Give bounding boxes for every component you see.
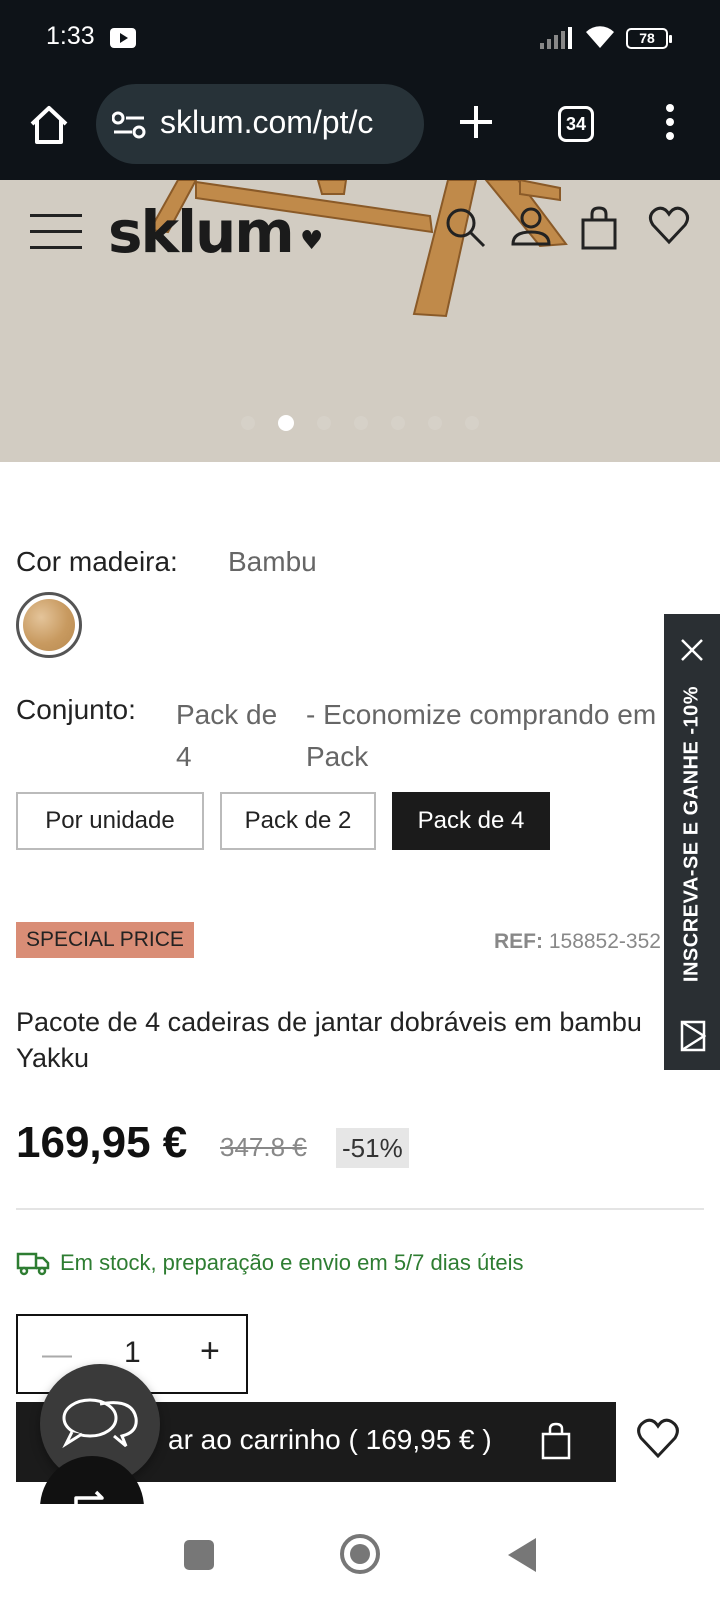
color-value: Bambu [228,546,317,577]
discount-badge: -51% [336,1128,409,1168]
tab-switcher-button[interactable]: 34 [558,106,594,142]
browser-toolbar: sklum.com/pt/c 34 [0,80,720,180]
wifi-icon [586,26,614,48]
youtube-notification-icon [110,28,136,48]
newsletter-label: INSCREVA-SE E GANHE -10% [680,685,703,983]
carousel-dots [0,412,720,431]
carousel-dot[interactable] [391,415,406,430]
add-to-wishlist-icon[interactable] [636,1418,680,1460]
bamboo-swatch [23,599,75,651]
status-bar: 1:33 78 [0,0,720,80]
carousel-dot[interactable] [465,415,480,430]
home-icon[interactable] [26,102,72,148]
account-icon[interactable] [510,206,552,248]
mail-icon [680,1020,706,1052]
new-tab-icon[interactable] [456,102,496,142]
address-bar[interactable]: sklum.com/pt/c [96,84,424,164]
set-value: Pack de 4 [176,699,278,772]
logo-heart-icon: ♥ [300,226,324,256]
site-settings-icon[interactable] [112,111,146,139]
carousel-dot-active[interactable] [277,414,294,431]
product-image-carousel[interactable]: sklum ♥ [0,180,720,462]
set-note: - Economize comprando em Pack [306,699,657,772]
add-to-cart-label: ar ao carrinho ( 169,95 € ) [168,1424,492,1455]
quantity-decrease-button[interactable]: — [42,1338,72,1372]
color-label: Cor madeira: [16,546,178,577]
url-text: sklum.com/pt/c [160,104,374,140]
home-circle-icon[interactable] [340,1534,380,1574]
ref-value: 158852-352 [548,930,661,953]
carousel-dot[interactable] [428,415,443,430]
system-navigation-bar [0,1504,720,1600]
carousel-dot[interactable] [316,415,331,430]
color-swatch-bambu[interactable] [16,592,82,658]
battery-indicator: 78 [626,28,672,49]
product-reference: REF: 158852-352 [494,930,661,954]
search-icon[interactable] [444,206,488,250]
status-time: 1:33 [46,22,95,50]
stock-status: Em stock, preparação e envio em 5/7 dias… [60,1250,524,1275]
set-label: Conjunto: [16,694,136,725]
chat-bubbles-icon [62,1398,138,1449]
current-price: 169,95 € [16,1118,188,1167]
divider [16,1208,704,1210]
ref-label: REF: [494,930,543,953]
shopping-bag-icon [541,1422,571,1460]
special-price-badge: SPECIAL PRICE [16,922,194,958]
back-icon[interactable] [508,1538,536,1572]
more-menu-icon[interactable] [662,104,678,144]
carousel-dot[interactable] [354,415,368,430]
signal-icon [540,27,572,49]
option-pack-4[interactable]: Pack de 4 [392,792,550,850]
product-title: Pacote de 4 cadeiras de jantar dobráveis… [16,1007,642,1073]
wishlist-icon[interactable] [648,206,690,246]
menu-icon[interactable] [30,214,82,250]
quantity-value[interactable]: 1 [124,1336,141,1370]
option-single-unit[interactable]: Por unidade [16,792,204,850]
option-pack-2[interactable]: Pack de 2 [220,792,376,850]
recent-apps-icon[interactable] [184,1540,214,1570]
newsletter-label-wrapper: INSCREVA-SE E GANHE -10% [664,614,720,1070]
quantity-increase-button[interactable]: + [200,1332,220,1371]
sklum-logo[interactable]: sklum [108,198,295,266]
newsletter-side-tab[interactable]: INSCREVA-SE E GANHE -10% [664,614,720,1070]
old-price: 347.8 € [220,1132,307,1162]
carousel-dot[interactable] [240,415,255,430]
cart-icon[interactable] [580,206,618,250]
delivery-truck-icon [16,1252,50,1276]
